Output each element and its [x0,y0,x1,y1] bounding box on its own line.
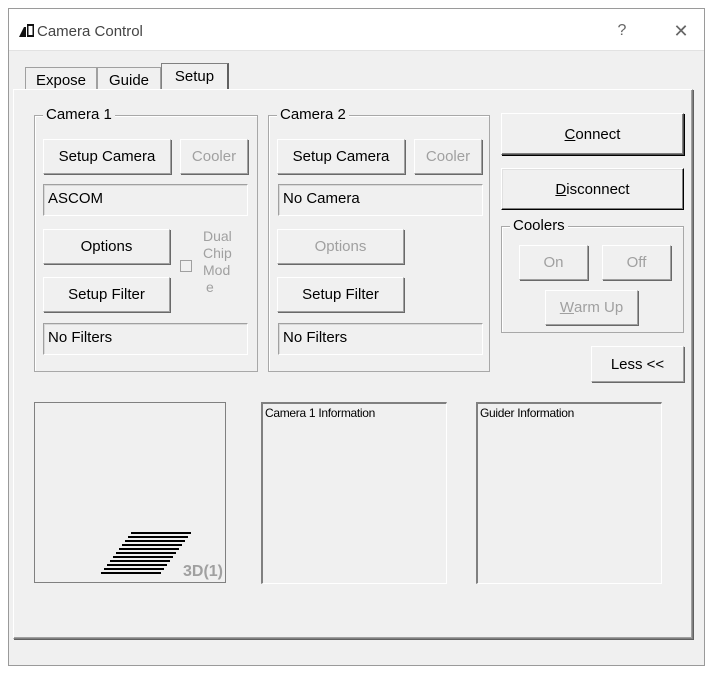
warm-up-label: arm Up [573,299,624,316]
stack-graphic-icon [101,532,191,574]
preview-box: 3D(1) [34,402,226,583]
camera1-camera-field: ASCOM [43,184,248,216]
dual-chip-line-3: Mod [203,262,231,278]
close-button[interactable]: ✕ [667,19,695,43]
connect-button[interactable]: Connect [501,113,684,155]
warm-up-mnemonic: W [559,299,574,316]
window-title: Camera Control [37,23,143,40]
preview-label: 3D(1) [182,563,223,580]
camera2-group-label: Camera 2 [277,106,349,124]
camera1-filter-field: No Filters [43,323,248,355]
camera1-setup-filter-button[interactable]: Setup Filter [43,277,170,312]
dual-chip-mode-label: Dual Chip Mod e [203,228,232,296]
connect-mnemonic: C [564,125,576,143]
camera1-group-label: Camera 1 [43,106,115,124]
camera1-setup-camera-button[interactable]: Setup Camera [43,139,171,174]
disconnect-mnemonic: D [555,180,567,198]
disconnect-label: isconnect [566,180,630,198]
camera1-information-box: Camera 1 Information [261,402,447,584]
camera2-camera-field: No Camera [278,184,483,216]
cooler-off-button[interactable]: Off [602,245,671,280]
less-button[interactable]: Less << [591,346,684,382]
dual-chip-line-4: e [206,279,214,295]
dual-chip-line-1: Dual [203,228,232,244]
app-icon [19,24,34,37]
disconnect-button[interactable]: Disconnect [501,168,684,210]
camera2-cooler-button[interactable]: Cooler [414,139,482,174]
camera1-cooler-button[interactable]: Cooler [180,139,248,174]
title-bar: Camera Control ? ✕ [9,9,704,51]
guider-information-box: Guider Information [476,402,662,584]
camera2-setup-camera-button[interactable]: Setup Camera [277,139,405,174]
camera2-filter-field: No Filters [278,323,483,355]
coolers-group-label: Coolers [510,217,568,235]
cooler-on-button[interactable]: On [519,245,588,280]
camera1-options-button[interactable]: Options [43,229,170,264]
connect-label: onnect [575,125,621,143]
warm-up-button[interactable]: Warm Up [545,290,638,325]
dual-chip-line-2: Chip [203,245,232,261]
camera2-setup-filter-button[interactable]: Setup Filter [277,277,404,312]
camera2-options-button[interactable]: Options [277,229,404,264]
help-button[interactable]: ? [608,19,636,43]
dual-chip-mode-checkbox[interactable] [180,260,192,272]
